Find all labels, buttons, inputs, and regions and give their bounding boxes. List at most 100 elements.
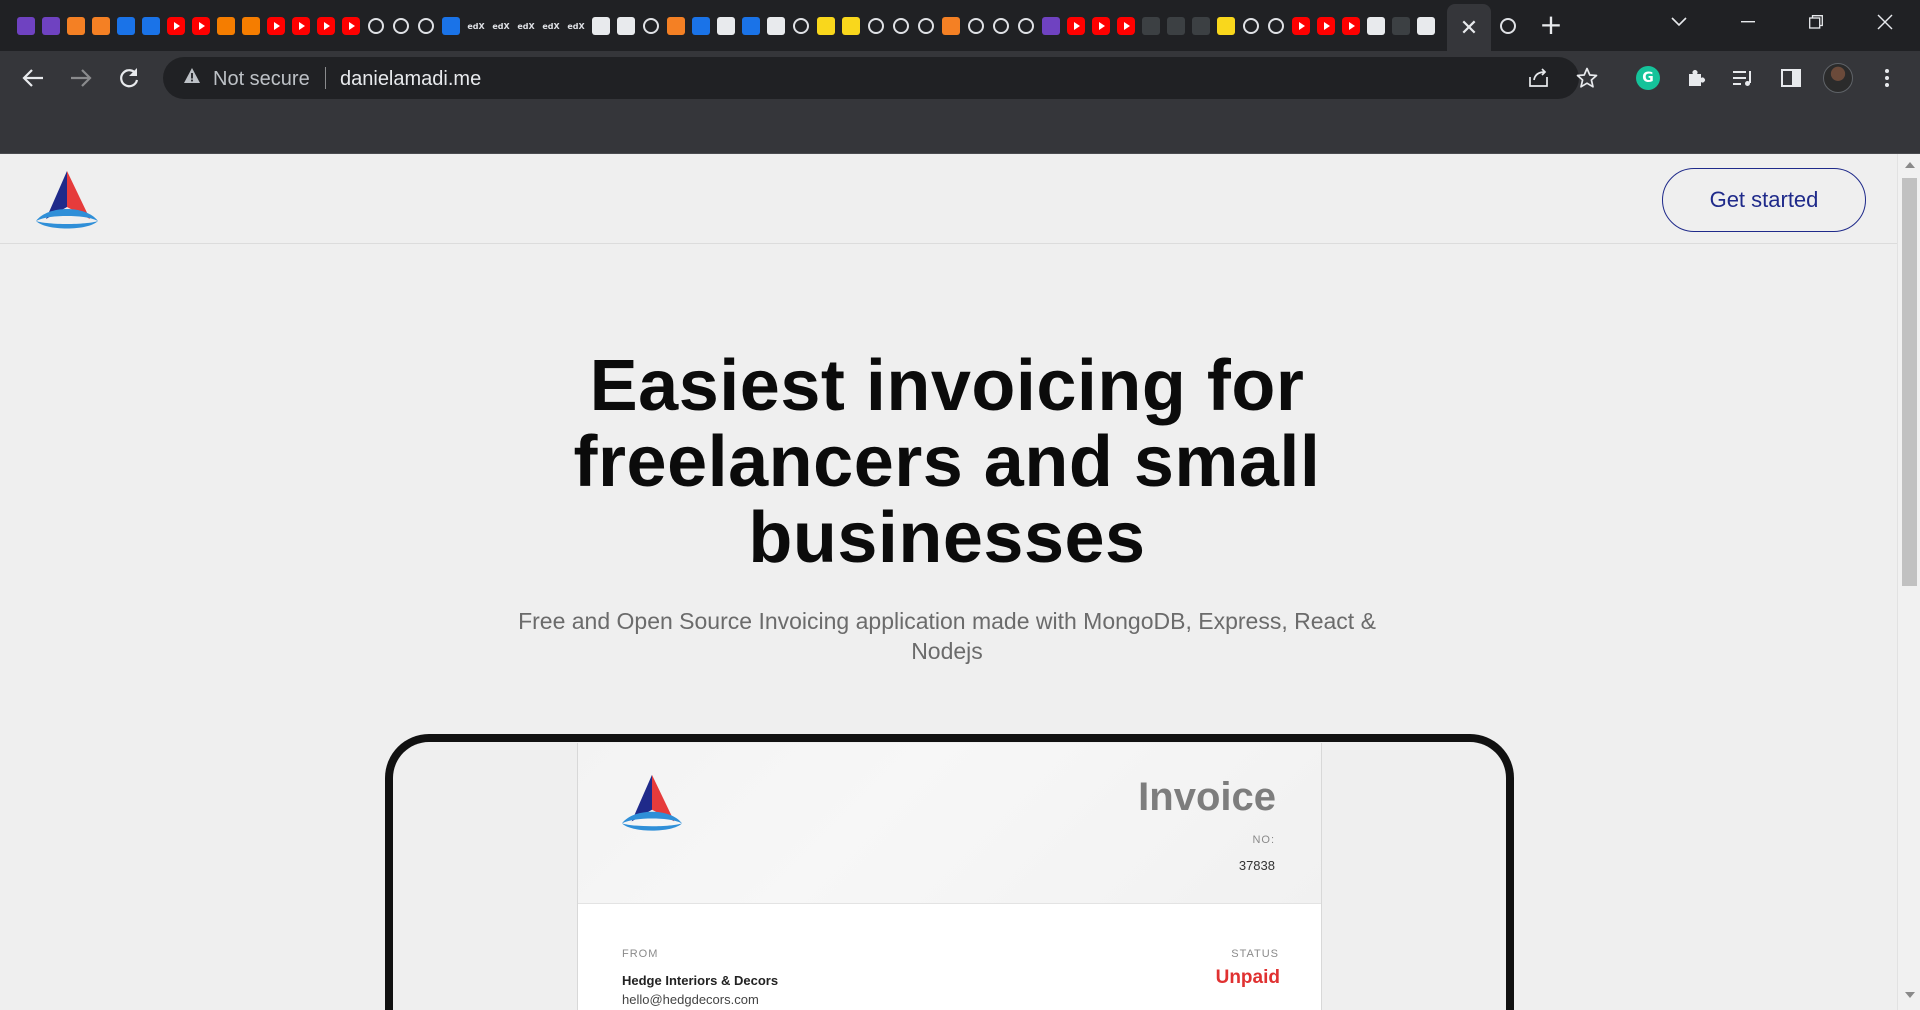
pinned-tab[interactable] [614, 14, 638, 38]
pinned-tab[interactable] [689, 14, 713, 38]
pinned-tab[interactable] [39, 14, 63, 38]
pinned-tab[interactable] [1289, 14, 1313, 38]
puzzle-icon [1689, 70, 1705, 86]
pinned-tab[interactable] [1114, 14, 1138, 38]
pinned-tab[interactable]: edX [564, 14, 588, 38]
pinned-tab[interactable] [389, 14, 413, 38]
brand-logo-icon[interactable] [34, 169, 100, 231]
chevron-down-icon [1671, 17, 1687, 27]
pinned-tab[interactable] [989, 14, 1013, 38]
pinned-tab[interactable]: edX [539, 14, 563, 38]
pinned-tab[interactable] [239, 14, 263, 38]
pinned-tab[interactable] [814, 14, 838, 38]
pinned-tab[interactable] [14, 14, 38, 38]
pinned-tab[interactable] [839, 14, 863, 38]
edx-icon: edX [542, 21, 560, 31]
pinned-tab[interactable] [914, 14, 938, 38]
tab-search-button[interactable] [1659, 6, 1699, 38]
pinned-tab[interactable] [1064, 14, 1088, 38]
pinned-tab[interactable] [414, 14, 438, 38]
youtube-icon [1317, 17, 1335, 35]
pinned-tab[interactable] [189, 14, 213, 38]
pinned-tab[interactable] [1264, 14, 1288, 38]
pinned-tab[interactable] [1389, 14, 1413, 38]
address-bar[interactable]: Not secure danielamadi.me [163, 57, 1598, 99]
scroll-down-arrow-icon[interactable] [1905, 992, 1915, 998]
box-icon [92, 17, 110, 35]
status-label: STATUS [1231, 948, 1279, 960]
pinned-tab[interactable] [1339, 14, 1363, 38]
close-window-button[interactable] [1865, 6, 1905, 38]
pinned-tab[interactable] [314, 14, 338, 38]
scroll-up-arrow-icon[interactable] [1905, 162, 1915, 168]
pinned-tab[interactable] [1189, 14, 1213, 38]
get-started-button[interactable]: Get started [1662, 168, 1866, 232]
active-tab[interactable]: ✕ [1447, 4, 1491, 51]
reload-button[interactable] [112, 61, 146, 95]
page-scrollbar[interactable] [1897, 154, 1920, 1010]
share-icon[interactable] [1528, 68, 1550, 88]
minimize-icon [1741, 21, 1755, 23]
pinned-tab[interactable] [714, 14, 738, 38]
url-text[interactable]: danielamadi.me [340, 68, 481, 91]
profile-button[interactable] [1823, 63, 1853, 93]
pinned-tab[interactable] [139, 14, 163, 38]
pinned-tab[interactable] [739, 14, 763, 38]
pinned-tab[interactable] [1214, 14, 1238, 38]
pinned-tab[interactable] [1014, 14, 1038, 38]
pinned-tab[interactable] [1139, 14, 1163, 38]
bookmark-star-icon[interactable] [1576, 67, 1598, 89]
pinned-tab[interactable] [1089, 14, 1113, 38]
pinned-tab[interactable] [439, 14, 463, 38]
pinned-tab[interactable] [864, 14, 888, 38]
extension-icon [17, 17, 35, 35]
pinned-tabs: edX edX edX edX edX [14, 12, 1438, 40]
pinned-tab[interactable] [164, 14, 188, 38]
github-icon [1500, 18, 1516, 34]
pinned-tab[interactable] [939, 14, 963, 38]
pinned-tab[interactable] [639, 14, 663, 38]
pinned-tab[interactable] [1414, 14, 1438, 38]
pinned-tab[interactable] [1314, 14, 1338, 38]
pinned-tab[interactable]: edX [489, 14, 513, 38]
pinned-tab[interactable] [664, 14, 688, 38]
pinned-tab[interactable] [1039, 14, 1063, 38]
pinned-tab[interactable] [1364, 14, 1388, 38]
scroll-thumb[interactable] [1902, 178, 1917, 586]
pinned-tab[interactable] [1164, 14, 1188, 38]
new-tab-button[interactable]: + [1536, 8, 1566, 42]
back-button[interactable] [16, 61, 50, 95]
edx-icon: edX [517, 21, 535, 31]
play-icon [1192, 17, 1210, 35]
forward-button[interactable] [64, 61, 98, 95]
pinned-tab[interactable] [1239, 14, 1263, 38]
pinned-tab[interactable] [889, 14, 913, 38]
close-tab-icon[interactable]: ✕ [1460, 15, 1478, 41]
pinned-tab[interactable] [89, 14, 113, 38]
tab-github[interactable] [1496, 14, 1520, 38]
pinned-tab[interactable] [339, 14, 363, 38]
restore-button[interactable] [1796, 6, 1836, 38]
pinned-tab[interactable] [764, 14, 788, 38]
pinned-tab[interactable] [114, 14, 138, 38]
minimize-button[interactable] [1728, 6, 1768, 38]
pinned-tab[interactable] [64, 14, 88, 38]
pinned-tab[interactable] [214, 14, 238, 38]
browser-toolbar: Not secure danielamadi.me G [0, 51, 1920, 105]
github-icon [368, 18, 384, 34]
medium-icon [717, 17, 735, 35]
pinned-tab[interactable] [364, 14, 388, 38]
extensions-button[interactable] [1681, 63, 1711, 93]
pinned-tab[interactable]: edX [464, 14, 488, 38]
menu-button[interactable] [1872, 63, 1902, 93]
pinned-tab[interactable] [964, 14, 988, 38]
pinned-tab[interactable] [289, 14, 313, 38]
pinned-tab[interactable] [264, 14, 288, 38]
side-panel-button[interactable] [1776, 63, 1806, 93]
pinned-tab[interactable] [789, 14, 813, 38]
security-status[interactable]: Not secure [213, 68, 310, 91]
grammarly-extension[interactable]: G [1633, 63, 1663, 93]
media-control-button[interactable] [1728, 63, 1758, 93]
pinned-tab[interactable] [589, 14, 613, 38]
pinned-tab[interactable]: edX [514, 14, 538, 38]
